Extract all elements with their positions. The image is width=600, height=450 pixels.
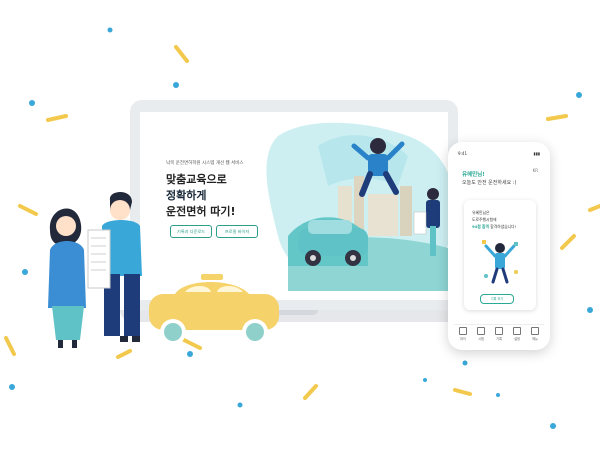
menu-icon (531, 327, 539, 335)
nav-item-exam[interactable]: 시험 (473, 325, 489, 344)
secondary-cta-button[interactable]: 프로필 바이저 (216, 225, 258, 238)
card-line-3-text: 합격하셨습니다! (490, 224, 517, 229)
phone-greeting: 유혜민님! (462, 172, 485, 178)
nav-item-menu[interactable]: 메뉴 (527, 325, 543, 344)
headline-line-1: 맞춤교육으로 (166, 173, 227, 186)
phone-mockup: 9:41 ▮▮▮ KR 유혜민님! 오늘도 안전 운전하세요 :) 유혜민님은 … (448, 142, 550, 350)
language-toggle[interactable]: KR (533, 168, 538, 173)
card-view-button[interactable]: 기록 보기 (480, 294, 514, 304)
result-card[interactable]: 유혜민님은 도로주행시험에 94점 합격 합격하셨습니다! 기록 보기 (464, 200, 536, 310)
people-illustration (48, 192, 142, 348)
taxi-illustration (149, 274, 279, 345)
phone-screen: 9:41 ▮▮▮ KR 유혜민님! 오늘도 안전 운전하세요 :) 유혜민님은 … (454, 148, 544, 344)
headline-line-2: 정확하게 (166, 189, 207, 202)
chart-icon (495, 327, 503, 335)
card-score: 94점 (472, 224, 481, 229)
card-line-1: 유혜민님은 (472, 210, 490, 215)
card-line-3: 94점 합격 합격하셨습니다! (472, 224, 516, 230)
hero-illustration (266, 122, 448, 291)
card-pass: 합격 (482, 224, 489, 229)
document-icon (477, 327, 485, 335)
marketing-stage: 낙목 운전면허학원 시스템 개선 웹 서비스 맞춤교육으로 정확하게 운전면허 … (0, 0, 600, 450)
headline-line-3: 운전면허 따기! (166, 205, 236, 218)
site-tagline: 낙목 운전면허학원 시스템 개선 웹 서비스 (166, 161, 244, 166)
phone-subtitle: 오늘도 안전 운전하세요 :) (462, 180, 517, 186)
nav-item-settings[interactable]: 설정 (509, 325, 525, 344)
gear-icon (513, 327, 521, 335)
celebration-illustration (482, 240, 518, 284)
card-line-2: 도로주행시험에 (472, 217, 497, 222)
nav-item-my[interactable]: 마이 (455, 325, 471, 344)
status-signal-icon: ▮▮▮ (533, 151, 540, 156)
hero-headline: 맞춤교육으로 정확하게 운전면허 따기! (166, 172, 236, 220)
status-time: 9:41 (458, 151, 467, 156)
bottom-nav: 마이 시험 기록 설정 메뉴 (454, 324, 544, 344)
person-icon (459, 327, 467, 335)
nav-item-record[interactable]: 기록 (491, 325, 507, 344)
primary-cta-button[interactable]: 기록과 다운로드 (170, 225, 212, 238)
